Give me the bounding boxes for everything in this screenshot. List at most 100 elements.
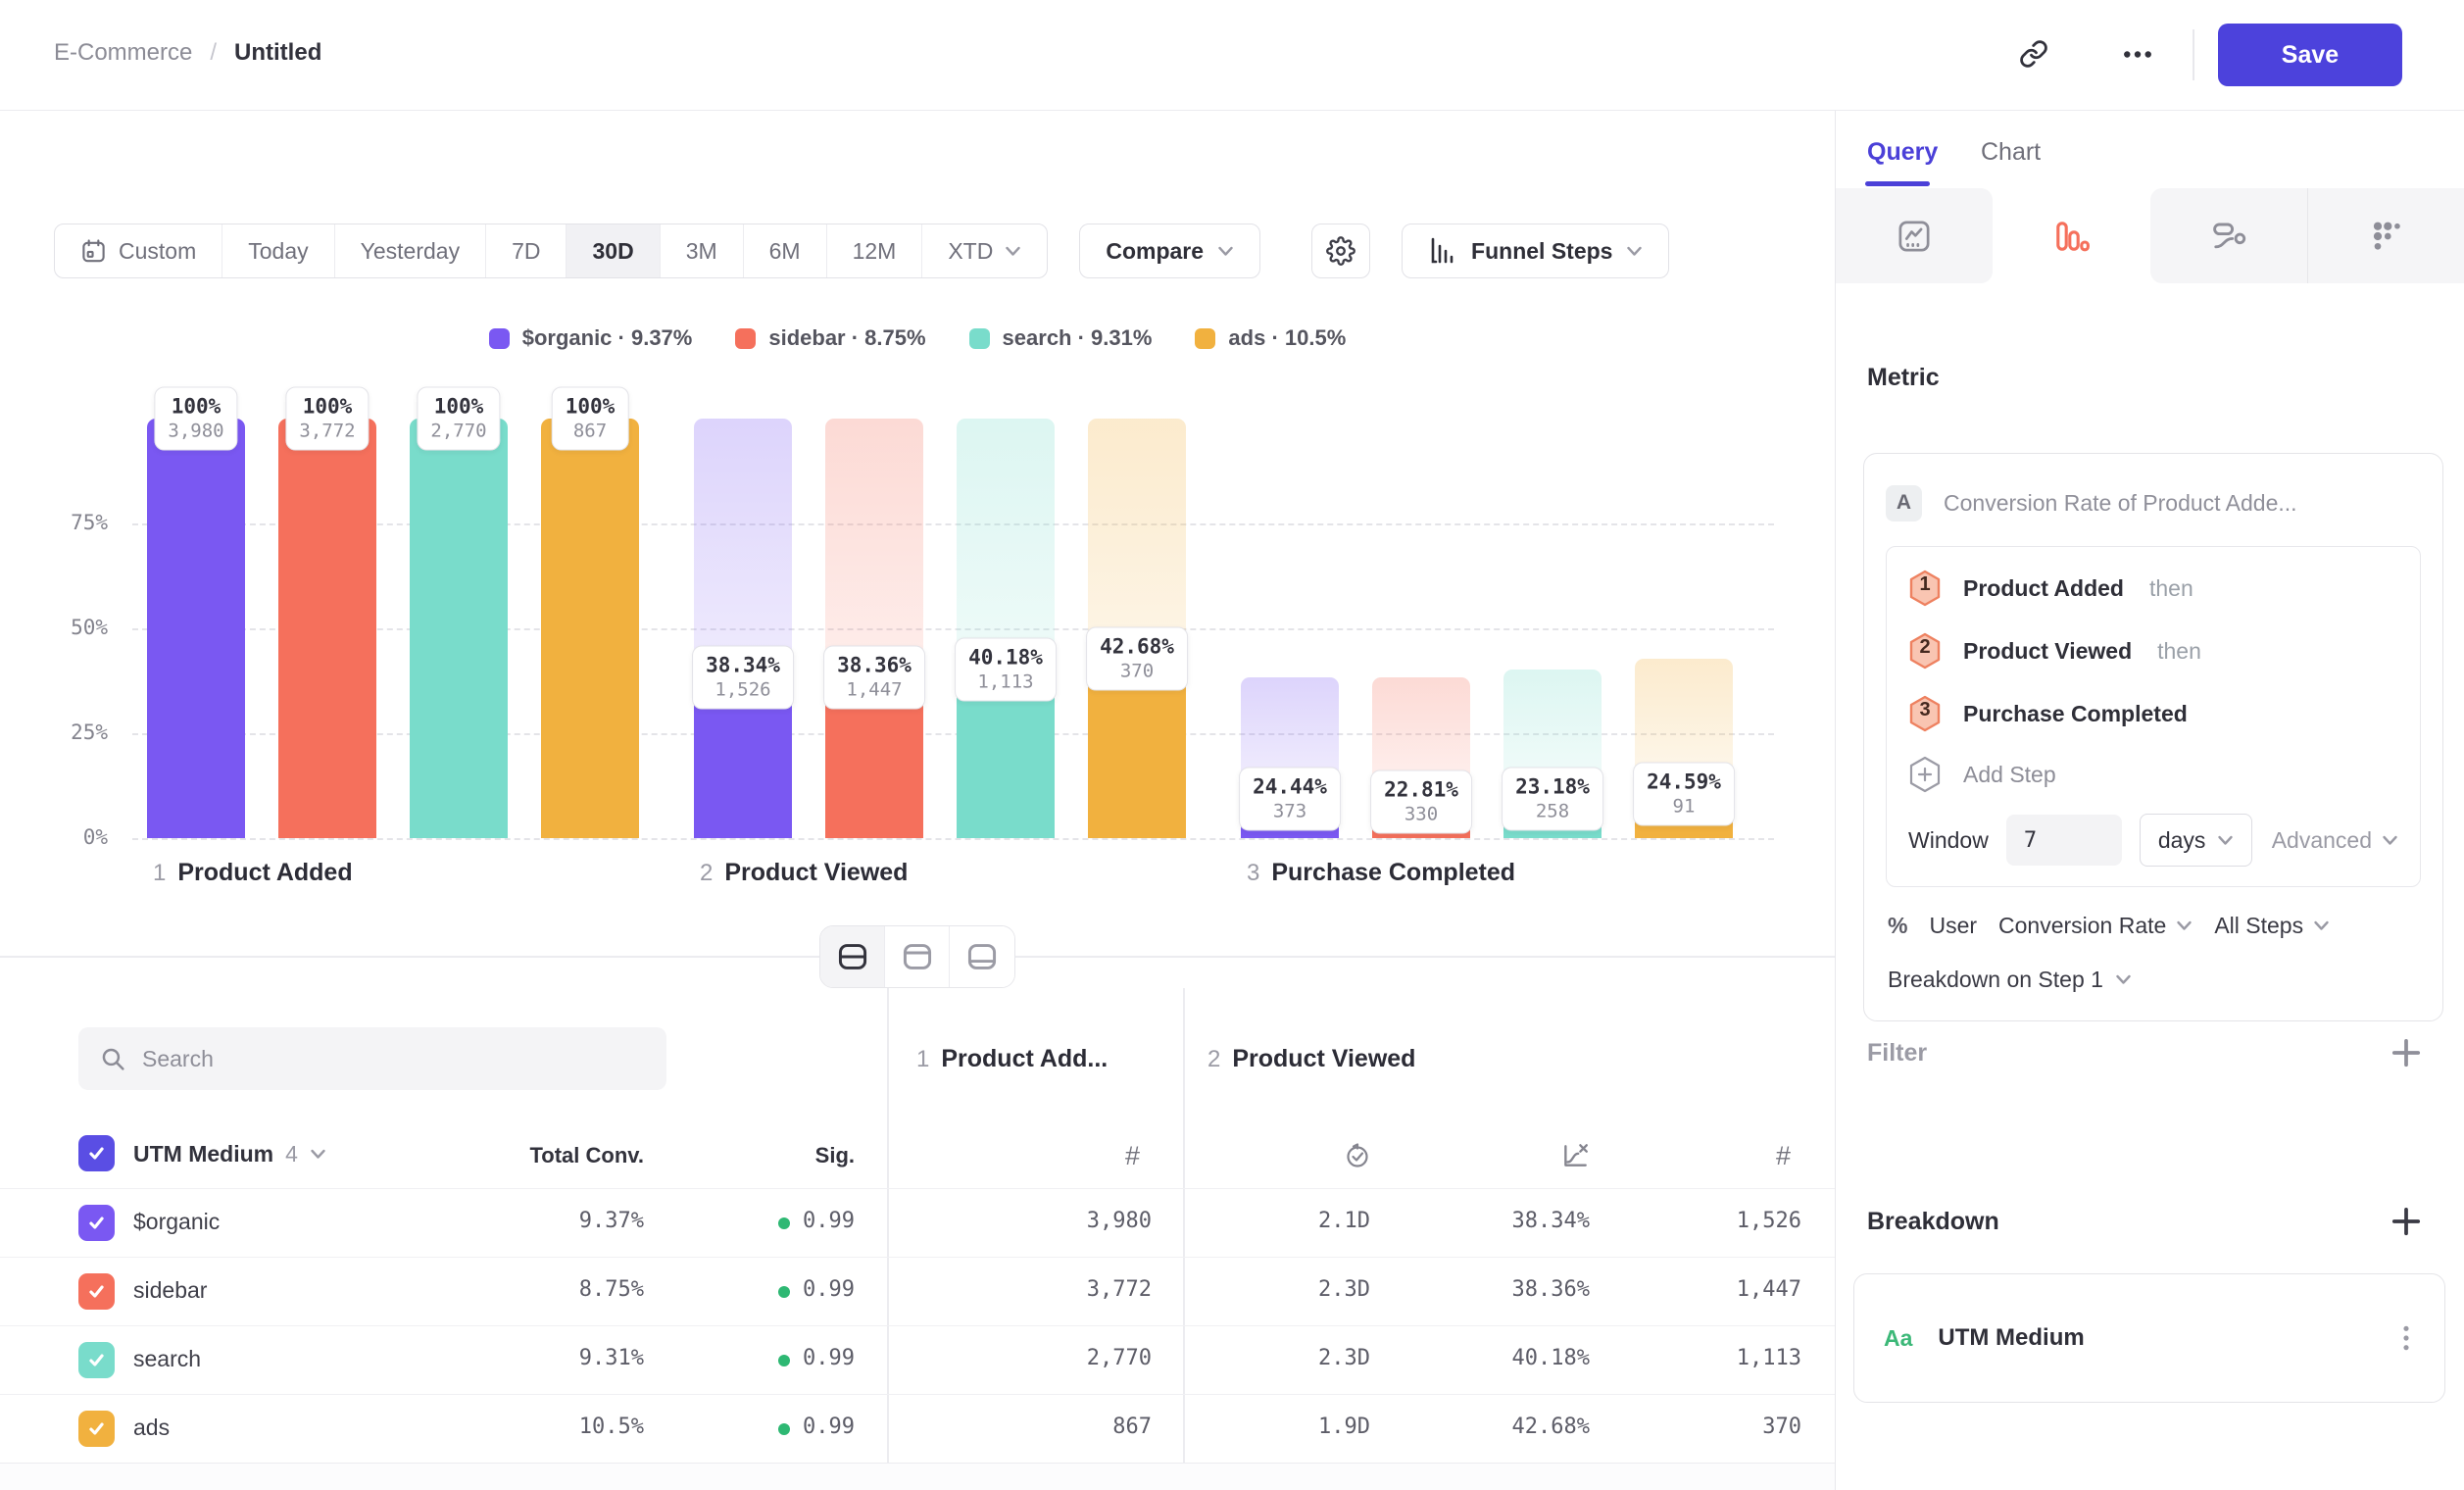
range-30d[interactable]: 30D — [567, 224, 660, 277]
funnel-bar[interactable] — [147, 419, 245, 838]
table-only-view-button[interactable] — [950, 926, 1014, 987]
flows-icon — [2210, 219, 2247, 254]
funnel-bar[interactable] — [1635, 794, 1733, 838]
total-conv-value: 9.31% — [579, 1346, 644, 1370]
add-filter-button[interactable] — [2391, 1038, 2421, 1068]
select-all-checkbox[interactable] — [78, 1135, 115, 1171]
sig-header[interactable]: Sig. — [815, 1143, 855, 1168]
chevron-down-icon — [1217, 246, 1234, 257]
legend-swatch — [735, 328, 756, 349]
entity-selector[interactable]: User — [1929, 913, 1977, 939]
steps-scope-selector[interactable]: All Steps — [2214, 913, 2330, 939]
sig-value: 0.99 — [803, 1346, 855, 1370]
breakdown-on-label: Breakdown on Step 1 — [1888, 967, 2103, 993]
window-value-input[interactable] — [2006, 815, 2122, 866]
row-name: sidebar — [133, 1277, 207, 1304]
breadcrumb-report-title[interactable]: Untitled — [234, 39, 321, 67]
row-checkbox[interactable] — [78, 1205, 115, 1241]
row-checkbox[interactable] — [78, 1411, 115, 1447]
query-step-row[interactable]: 2Product Viewedthen — [1887, 620, 2420, 682]
range-custom[interactable]: Custom — [55, 224, 222, 277]
bar-conversion-pct: 23.18% — [1515, 775, 1590, 799]
chart-settings-button[interactable] — [1311, 224, 1370, 278]
legend-item[interactable]: ads · 10.5% — [1195, 325, 1346, 351]
add-breakdown-button[interactable] — [2391, 1207, 2421, 1236]
table-row[interactable]: ads10.5%0.998671.9D42.68%370 — [0, 1394, 1835, 1463]
query-step-row[interactable]: 1Product Addedthen — [1887, 557, 2420, 620]
funnel-bar[interactable] — [541, 419, 639, 838]
funnel-bar[interactable] — [1503, 799, 1602, 838]
add-step-button[interactable]: Add Step — [1887, 745, 2420, 804]
funnel-bar[interactable] — [1372, 802, 1470, 838]
range-3m[interactable]: 3M — [661, 224, 744, 277]
view-layout-toggle — [819, 925, 1015, 988]
tab-funnels[interactable] — [1993, 188, 2149, 283]
more-options-button[interactable] — [2115, 31, 2160, 76]
funnel-bar[interactable] — [278, 419, 376, 838]
range-12m[interactable]: 12M — [827, 224, 923, 277]
breakdown-column-header[interactable]: UTM Medium 4 — [133, 1141, 326, 1167]
total-conv-header[interactable]: Total Conv. — [529, 1143, 644, 1168]
chart-only-view-button[interactable] — [885, 926, 950, 987]
breadcrumb-project[interactable]: E-Commerce — [54, 39, 192, 67]
range-yesterday[interactable]: Yesterday — [335, 224, 486, 277]
range-label: Yesterday — [361, 238, 460, 265]
insights-icon — [1896, 219, 1933, 254]
breakdown-section: Breakdown — [1867, 1207, 2421, 1236]
steps-scope-label: All Steps — [2214, 913, 2303, 939]
chart-type-label: Funnel Steps — [1471, 238, 1612, 265]
funnel-bar[interactable] — [957, 670, 1055, 838]
table-step2-header[interactable]: 2 Product Viewed — [1207, 1045, 1415, 1073]
row-checkbox[interactable] — [78, 1273, 115, 1310]
conv-rate-column-icon[interactable] — [1560, 1141, 1590, 1175]
table-row[interactable]: sidebar8.75%0.993,7722.3D38.36%1,447 — [0, 1257, 1835, 1325]
metric-summary-row[interactable]: A Conversion Rate of Product Adde... — [1886, 475, 2421, 530]
range-6m[interactable]: 6M — [744, 224, 827, 277]
count-column-icon[interactable]: # — [1125, 1141, 1140, 1171]
funnel-bar[interactable] — [1088, 659, 1186, 838]
avg-time-column-icon[interactable] — [1343, 1141, 1372, 1175]
chart-type-button[interactable]: Funnel Steps — [1402, 224, 1669, 278]
count-column-icon[interactable]: # — [1776, 1141, 1791, 1171]
window-unit-select[interactable]: days — [2140, 814, 2253, 867]
funnel-step-axis-label: 3Purchase Completed — [1247, 859, 1515, 887]
kebab-menu-icon[interactable] — [2397, 1323, 2415, 1353]
table-step1-header[interactable]: 1 Product Add... — [916, 1045, 1108, 1073]
tab-chart[interactable]: Chart — [1981, 138, 2041, 167]
compare-button[interactable]: Compare — [1079, 224, 1260, 278]
funnel-bar[interactable] — [825, 677, 923, 838]
range-xtd[interactable]: XTD — [922, 224, 1047, 277]
copy-link-button[interactable] — [2011, 31, 2056, 76]
legend-item[interactable]: search · 9.31% — [969, 325, 1153, 351]
step2-avg-time: 1.9D — [1318, 1415, 1370, 1439]
step-event-name: Purchase Completed — [1963, 701, 2188, 727]
y-axis-tick: 75% — [39, 511, 108, 534]
funnel-bar[interactable] — [694, 677, 792, 838]
metric-type-selector[interactable]: Conversion Rate — [1998, 913, 2193, 939]
legend-label: $organic · 9.37% — [522, 325, 693, 351]
legend-item[interactable]: $organic · 9.37% — [489, 325, 693, 351]
split-view-button[interactable] — [820, 926, 885, 987]
tab-flows[interactable] — [2150, 188, 2307, 283]
range-7d[interactable]: 7D — [486, 224, 567, 277]
tab-insights[interactable] — [1836, 188, 1993, 283]
metric-letter-badge: A — [1886, 485, 1922, 522]
tab-query[interactable]: Query — [1867, 138, 1938, 167]
breakdown-item[interactable]: Aa UTM Medium — [1853, 1273, 2445, 1403]
tab-retention[interactable] — [2307, 188, 2464, 283]
funnel-bar[interactable] — [410, 419, 508, 838]
step2-count: 370 — [1762, 1415, 1801, 1439]
range-label: Custom — [119, 238, 196, 265]
breakdown-on-selector[interactable]: Breakdown on Step 1 — [1886, 967, 2421, 999]
header-divider — [2193, 29, 2194, 80]
query-step-row[interactable]: 3Purchase Completed — [1887, 682, 2420, 745]
funnel-bar[interactable] — [1241, 799, 1339, 838]
table-row[interactable]: search9.31%0.992,7702.3D40.18%1,113 — [0, 1325, 1835, 1394]
legend-item[interactable]: sidebar · 8.75% — [735, 325, 925, 351]
range-today[interactable]: Today — [222, 224, 334, 277]
row-checkbox[interactable] — [78, 1342, 115, 1378]
save-button[interactable]: Save — [2218, 24, 2402, 86]
advanced-toggle[interactable]: Advanced — [2272, 827, 2398, 854]
table-row[interactable]: $organic9.37%0.993,9802.1D38.34%1,526 — [0, 1188, 1835, 1257]
search-input[interactable] — [142, 1046, 645, 1072]
